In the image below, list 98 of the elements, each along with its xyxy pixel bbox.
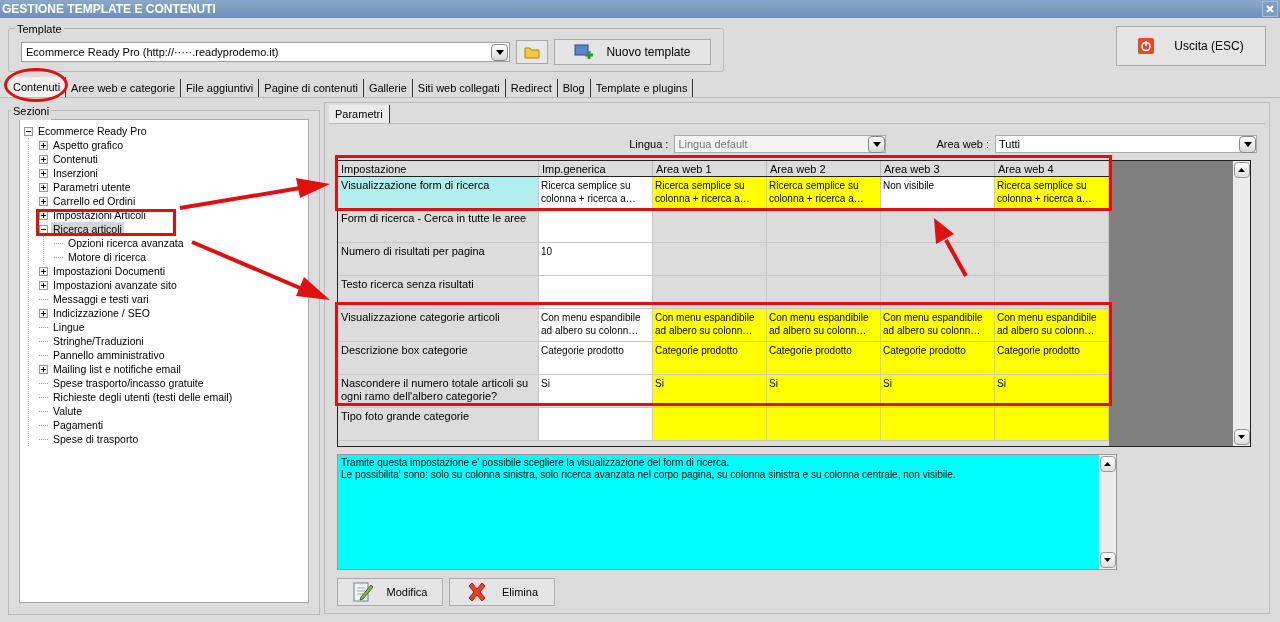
table-cell: Categorie prodotto	[995, 342, 1109, 374]
vertical-scrollbar[interactable]	[1099, 455, 1116, 569]
tree-item[interactable]: Valute	[51, 404, 84, 418]
expand-icon[interactable]	[39, 280, 48, 290]
table-cell: Con menu espandibile ad albero su colonn…	[539, 309, 653, 341]
tree-item[interactable]: Impostazioni Documenti	[51, 264, 168, 278]
column-header[interactable]: Area web 1	[653, 161, 767, 176]
setting-name-cell[interactable]: Visualizzazione form di ricerca	[338, 177, 539, 209]
template-select[interactable]: Ecommerce Ready Pro (http://·····.readyprodemo.it)	[21, 42, 511, 62]
setting-name-cell[interactable]: Form di ricerca - Cerca in tutte le aree	[338, 210, 539, 242]
tree-item[interactable]: Stringhe/Traduzioni	[51, 334, 146, 348]
tree-item[interactable]: Inserzioni	[51, 166, 100, 180]
scroll-up-button[interactable]	[1233, 162, 1250, 178]
tree-item[interactable]: Pagamenti	[51, 418, 106, 432]
annotation-arrow	[934, 218, 968, 277]
setting-name-cell[interactable]: Visualizzazione categorie articoli	[338, 309, 539, 341]
caret-icon	[872, 141, 881, 147]
table-cell: Ricerca semplice su colonna + ricerca a…	[767, 177, 881, 209]
dropdown-button[interactable]	[1239, 135, 1256, 153]
expand-icon[interactable]	[39, 182, 48, 192]
exit-button[interactable]: Uscita (ESC)	[1116, 26, 1266, 66]
scroll-down-button[interactable]	[1233, 429, 1250, 445]
field-label: Lingua :	[629, 136, 669, 152]
table-cell: Categorie prodotto	[653, 342, 767, 374]
down-arrow-icon	[1104, 558, 1111, 562]
setting-name-cell[interactable]: Descrizione box categorie	[338, 342, 539, 374]
table-cell: 10	[539, 243, 653, 275]
annotation-ellipse	[4, 68, 68, 102]
delete-button[interactable]: Elimina	[449, 578, 555, 606]
area-select[interactable]: Tutti	[995, 135, 1257, 153]
table-cell: Con menu espandibile ad albero su colonn…	[767, 309, 881, 341]
tree-item[interactable]: Indicizzazione / SEO	[51, 306, 152, 320]
add-window-icon	[574, 44, 595, 60]
column-header[interactable]: Area web 2	[767, 161, 881, 176]
expand-icon[interactable]	[39, 140, 48, 150]
expand-icon[interactable]	[39, 168, 48, 178]
tree-item[interactable]: Impostazioni avanzate sito	[51, 278, 179, 292]
table-cell: Ricerca semplice su colonna + ricerca a…	[539, 177, 653, 209]
tree-item[interactable]: Motore di ricerca	[66, 250, 149, 264]
tree-item[interactable]: Lingue	[51, 320, 87, 334]
folder-icon	[524, 45, 540, 59]
table-cell: Categorie prodotto	[881, 342, 995, 374]
tree-item[interactable]: Opzioni ricerca avanzata	[66, 236, 186, 250]
tab[interactable]: Contenuti	[8, 77, 67, 97]
expand-icon[interactable]	[39, 196, 48, 206]
expand-icon[interactable]	[39, 364, 48, 374]
edit-button[interactable]: Modifica	[337, 578, 443, 606]
expand-icon[interactable]	[39, 154, 48, 164]
field-label: Area web :	[936, 136, 989, 152]
table-cell: Categorie prodotto	[767, 342, 881, 374]
scroll-up-button[interactable]	[1099, 456, 1116, 472]
tab[interactable]: Parametri	[329, 105, 390, 123]
language-select[interactable]: Lingua default	[674, 135, 887, 153]
tree-item[interactable]: Messaggi e testi vari	[51, 292, 151, 306]
window-title: GESTIONE TEMPLATE E CONTENUTI	[1, 1, 216, 18]
collapse-icon[interactable]	[39, 224, 48, 234]
setting-name-cell[interactable]: Tipo foto grande categorie	[338, 408, 539, 440]
tree-item[interactable]: Pannello amministrativo	[51, 348, 167, 362]
dropdown-button[interactable]	[868, 135, 886, 153]
tree-item[interactable]: Contenuti	[51, 152, 100, 166]
tree-item[interactable]: Mailing list e notifiche email	[51, 362, 183, 376]
edit-document-icon	[352, 581, 373, 603]
tree-item[interactable]: Ecommerce Ready Pro	[36, 124, 149, 138]
expand-icon[interactable]	[39, 308, 48, 318]
description-text: Tramite questa impostazione e' possibile scegliere la visualizzazione del form di ricerca. Le possibilita' sono: solo su colonna sinistra, solo ricerca avanzata nel corpo pagina, su colonna sinistra e su colonna centrale, non visibile.	[340, 456, 957, 482]
new-template-button[interactable]: Nuovo template	[553, 39, 711, 65]
table-cell: Con menu espandibile ad albero su colonn…	[653, 309, 767, 341]
caret-icon	[495, 49, 504, 55]
table-cell: Ricerca semplice su colonna + ricerca a…	[653, 177, 767, 209]
expand-icon[interactable]	[39, 210, 48, 220]
table-cell: Con menu espandibile ad albero su colonn…	[995, 309, 1109, 341]
column-header[interactable]: Impostazione	[338, 161, 539, 176]
tree-item[interactable]: Richieste degli utenti (testi delle email)	[51, 390, 235, 404]
vertical-scrollbar[interactable]	[1233, 161, 1250, 446]
tree-item[interactable]: Parametri utente	[51, 180, 133, 194]
table-cell: Ricerca semplice su colonna + ricerca a…	[995, 177, 1109, 209]
expand-icon[interactable]	[39, 266, 48, 276]
column-header[interactable]: Area web 3	[881, 161, 995, 176]
table-cell: Categorie prodotto	[539, 342, 653, 374]
collapse-icon[interactable]	[24, 126, 33, 136]
tree-item[interactable]: Spese trasporto/incasso gratuite	[51, 376, 206, 390]
column-header[interactable]: Area web 4	[995, 161, 1109, 176]
close-button[interactable]	[1262, 1, 1278, 17]
down-arrow-icon	[1238, 435, 1245, 439]
power-icon	[1138, 38, 1155, 54]
tree-item[interactable]: Spese di trasporto	[51, 432, 141, 446]
tree-item[interactable]: Carrello ed Ordini	[51, 194, 138, 208]
scroll-down-button[interactable]	[1099, 552, 1116, 568]
dropdown-button[interactable]	[491, 43, 509, 61]
table-cell: Non visibile	[881, 177, 995, 209]
close-icon	[1266, 5, 1274, 13]
setting-name-cell[interactable]: Numero di risultati per pagina	[338, 243, 539, 275]
up-arrow-icon	[1104, 462, 1111, 466]
caret-icon	[1243, 141, 1252, 147]
column-header[interactable]: Imp.generica	[539, 161, 653, 176]
tree-item[interactable]: Aspetto grafico	[51, 138, 126, 152]
up-arrow-icon	[1238, 168, 1245, 172]
table-cell: Con menu espandibile ad albero su colonn…	[881, 309, 995, 341]
